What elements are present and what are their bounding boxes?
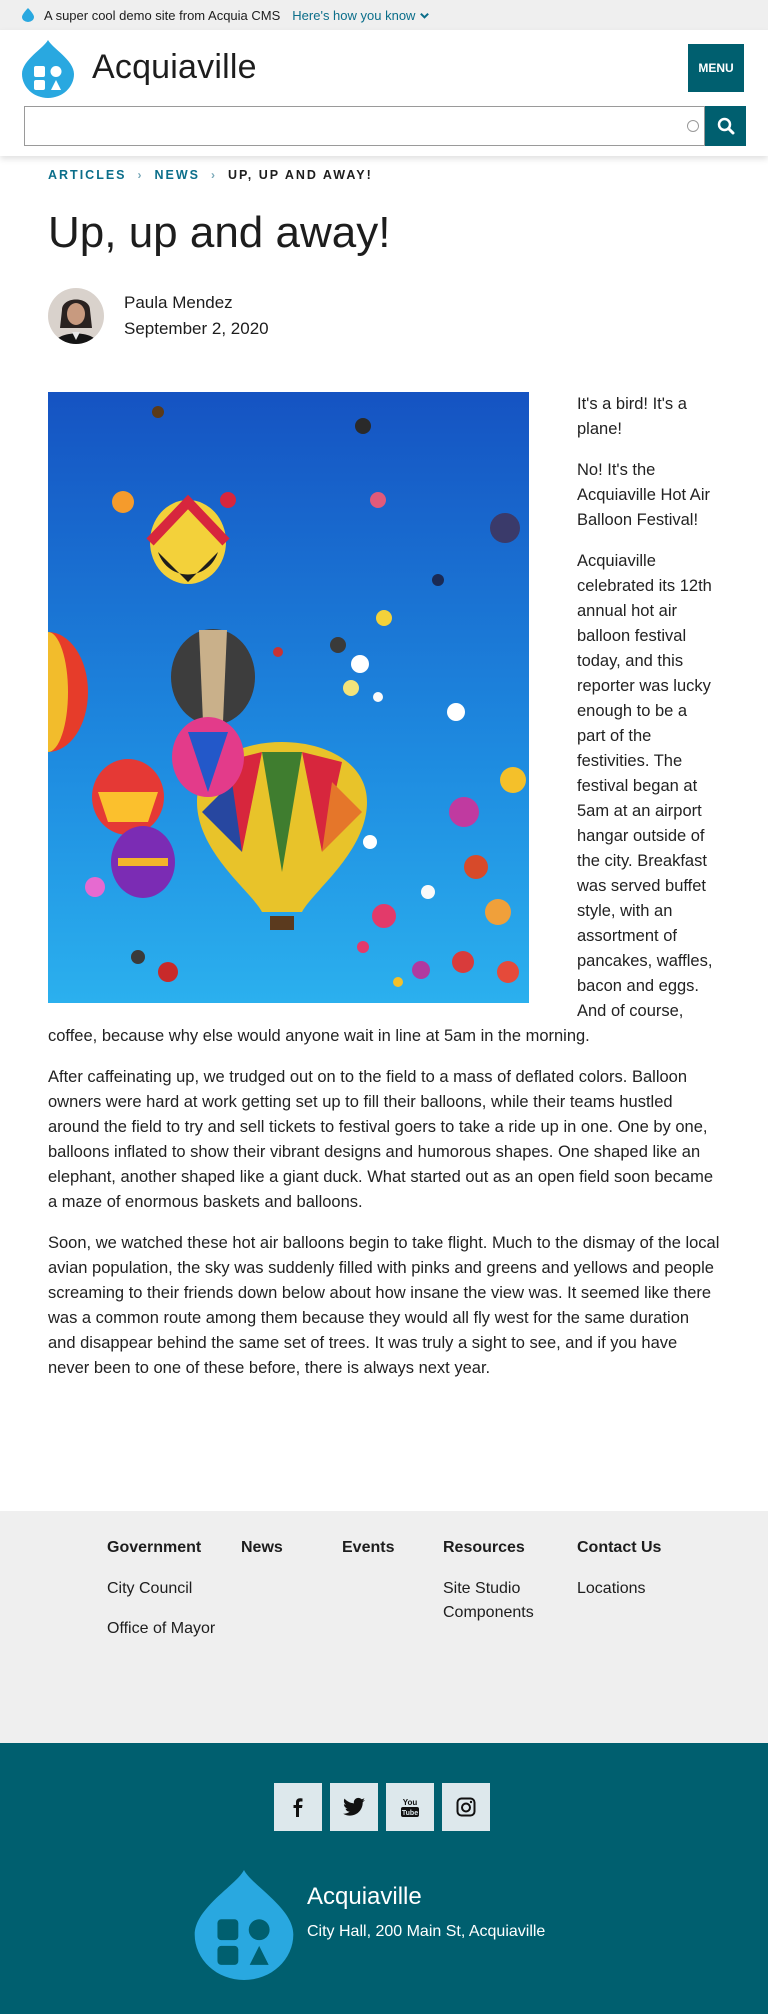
youtube-button[interactable]: You Tube xyxy=(386,1783,434,1831)
site-name[interactable]: Acquiaville xyxy=(92,48,257,87)
site-logo[interactable] xyxy=(22,40,74,98)
footer-column-title[interactable]: Resources xyxy=(443,1535,553,1561)
social-links: You Tube xyxy=(274,1783,498,1831)
svg-text:Tube: Tube xyxy=(402,1810,418,1817)
menu-button[interactable]: MENU xyxy=(688,44,744,92)
footer-column-news: News xyxy=(241,1535,283,1577)
footer-column-events: Events xyxy=(342,1535,394,1577)
site-header: Acquiaville MENU xyxy=(0,30,768,156)
footer-logo[interactable] xyxy=(194,1870,294,1980)
page-title: Up, up and away! xyxy=(48,208,391,257)
twitter-icon[interactable] xyxy=(343,1797,365,1817)
breadcrumb-articles[interactable]: ARTICLES xyxy=(48,168,127,182)
facebook-icon[interactable] xyxy=(288,1797,308,1817)
author-name[interactable]: Paula Mendez xyxy=(124,290,269,316)
footer-link[interactable]: Locations xyxy=(577,1577,661,1601)
footer-link[interactable]: Site Studio Components xyxy=(443,1577,553,1625)
banner-link[interactable]: Here's how you know xyxy=(292,8,430,23)
footer-column-title[interactable]: Government xyxy=(107,1535,217,1561)
author-avatar xyxy=(48,288,104,344)
instagram-button[interactable] xyxy=(442,1783,490,1831)
footer-column-title[interactable]: Events xyxy=(342,1535,394,1561)
hero-image xyxy=(48,392,529,1003)
footer-menu: Government City Council Office of Mayor … xyxy=(0,1511,768,1743)
search-input[interactable] xyxy=(24,106,705,146)
footer-address: City Hall, 200 Main St, Acquiaville xyxy=(307,1923,546,1940)
demo-banner: A super cool demo site from Acquia CMS H… xyxy=(0,0,768,30)
footer-column-title[interactable]: News xyxy=(241,1535,283,1561)
footer-column-resources: Resources Site Studio Components xyxy=(443,1535,553,1641)
search-bar xyxy=(24,106,746,146)
svg-text:You: You xyxy=(403,1798,418,1807)
publish-date: September 2, 2020 xyxy=(124,319,269,338)
chevron-right-icon: › xyxy=(211,168,217,182)
banner-text: A super cool demo site from Acquia CMS xyxy=(44,7,281,23)
footer-column-contact: Contact Us Locations xyxy=(577,1535,661,1617)
article-paragraph: Soon, we watched these hot air balloons … xyxy=(48,1234,720,1377)
author-block: Paula Mendez September 2, 2020 xyxy=(48,288,269,344)
breadcrumb-news[interactable]: NEWS xyxy=(155,168,201,182)
chevron-down-icon[interactable] xyxy=(419,10,430,21)
banner-link-label[interactable]: Here's how you know xyxy=(292,8,415,23)
twitter-button[interactable] xyxy=(330,1783,378,1831)
search-button[interactable] xyxy=(705,106,746,146)
article-paragraph: After caffeinating up, we trudged out on… xyxy=(48,1068,714,1211)
chevron-right-icon: › xyxy=(137,168,144,182)
breadcrumb-current: UP, UP AND AWAY! xyxy=(228,168,373,182)
facebook-button[interactable] xyxy=(274,1783,322,1831)
footer-link[interactable]: City Council xyxy=(107,1577,217,1601)
footer-link[interactable]: Office of Mayor xyxy=(107,1617,217,1641)
search-icon[interactable] xyxy=(717,117,735,135)
youtube-icon[interactable]: You Tube xyxy=(399,1796,421,1818)
drop-icon xyxy=(22,8,34,22)
article-body: It's a bird! It's a plane! No! It's the … xyxy=(48,392,720,1397)
breadcrumb: ARTICLES › NEWS › UP, UP AND AWAY! xyxy=(48,168,373,182)
footer-site-name[interactable]: Acquiaville xyxy=(307,1883,422,1911)
footer-column-government: Government City Council Office of Mayor xyxy=(107,1535,217,1657)
instagram-icon[interactable] xyxy=(456,1797,476,1817)
footer-column-title[interactable]: Contact Us xyxy=(577,1535,661,1561)
site-footer: You Tube Acquiaville City Hall, 200 Main… xyxy=(0,1743,768,2014)
loading-icon xyxy=(687,120,699,132)
